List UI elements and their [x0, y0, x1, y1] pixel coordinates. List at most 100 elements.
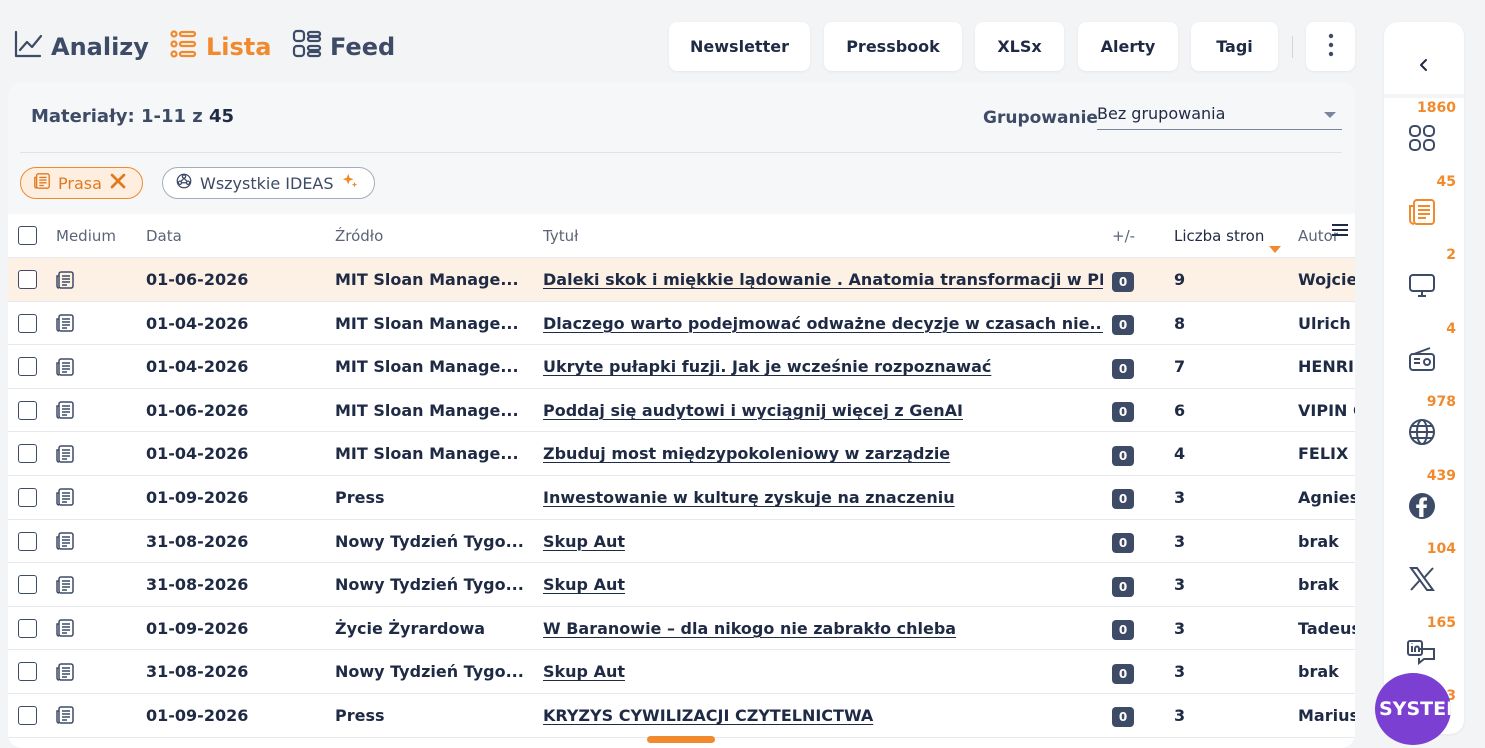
press-newspaper-icon: [55, 389, 75, 432]
row-checkbox[interactable]: [18, 313, 37, 333]
press-newspaper-icon: [55, 650, 75, 693]
tab-label: Feed: [330, 33, 396, 61]
table-row[interactable]: 01-09-2026 Press Inwestowanie w kulturę zy…: [8, 476, 1355, 520]
row-checkbox[interactable]: [18, 618, 37, 638]
col-plusminus[interactable]: +/-: [1112, 227, 1135, 245]
row-checkbox[interactable]: [18, 575, 37, 595]
row-source[interactable]: MIT Sloan Manage...: [335, 345, 535, 388]
row-title-link[interactable]: Skup Aut: [543, 520, 1103, 563]
row-title-link[interactable]: Dlaczego warto podejmować odważne decyzj…: [543, 302, 1103, 345]
row-date: 01-06-2026: [146, 400, 249, 420]
newsletter-button[interactable]: Newsletter: [669, 22, 810, 71]
table-row[interactable]: 01-09-2026 Press KRYZYS CYWILIZACJI CZYTEL…: [8, 694, 1355, 738]
row-change-badge: 0: [1112, 402, 1134, 423]
row-date: 01-09-2026: [146, 705, 249, 725]
row-title-link[interactable]: Daleki skok i miękkie lądowanie . Anatom…: [543, 258, 1103, 301]
row-checkbox[interactable]: [18, 531, 37, 551]
row-author: Mariusz: [1298, 705, 1355, 725]
press-newspaper-icon: [55, 476, 75, 519]
more-options-button[interactable]: [1306, 22, 1355, 71]
row-pages: 3: [1174, 575, 1186, 595]
row-source[interactable]: MIT Sloan Manage...: [335, 389, 535, 432]
row-source[interactable]: Nowy Tydzień Tygo...: [335, 520, 535, 563]
row-title-link[interactable]: KRYZYS CYWILIZACJI CZYTELNICTWA: [543, 694, 1103, 737]
select-all-checkbox[interactable]: [18, 226, 37, 245]
row-source[interactable]: MIT Sloan Manage...: [335, 302, 535, 345]
row-checkbox[interactable]: [18, 705, 37, 725]
horizontal-scrollbar[interactable]: [647, 736, 715, 743]
assistant-button[interactable]: SYSTEN: [1375, 673, 1451, 745]
filter-chip-ideas[interactable]: Wszystkie IDEAS: [162, 167, 375, 199]
row-change-badge: 0: [1112, 576, 1134, 597]
alerty-button[interactable]: Alerty: [1078, 22, 1178, 71]
sidebar-media-x-twitter[interactable]: 104: [1384, 541, 1464, 611]
media-count: 104: [1426, 541, 1456, 557]
media-count: 45: [1436, 173, 1456, 190]
table-row[interactable]: 01-04-2026 MIT Sloan Manage... Dlaczego wa…: [8, 302, 1355, 346]
row-title-link[interactable]: Skup Aut: [543, 650, 1103, 693]
column-menu-icon[interactable]: [1332, 224, 1348, 238]
filter-chip-label: Prasa: [58, 173, 102, 193]
row-checkbox[interactable]: [18, 270, 37, 289]
sidebar-media-all-media-grid[interactable]: 1860: [1384, 100, 1464, 170]
col-zrodlo[interactable]: Źródło: [335, 227, 383, 245]
materials-table: Medium Data Źródło Tytuł +/- Liczba stro…: [8, 214, 1355, 748]
table-row[interactable]: 31-08-2026 Nowy Tydzień Tygo... Skup Aut 0 3…: [8, 650, 1355, 694]
row-source[interactable]: Nowy Tydzień Tygo...: [335, 650, 535, 693]
col-medium[interactable]: Medium: [56, 227, 116, 245]
press-newspaper-icon: [55, 258, 75, 301]
row-checkbox[interactable]: [18, 487, 37, 507]
row-title-link[interactable]: W Baranowie – dla nikogo nie zabrakło ch…: [543, 607, 1103, 650]
sidebar-media-press-newspaper[interactable]: 45: [1384, 174, 1464, 244]
col-tytul[interactable]: Tytuł: [543, 227, 578, 245]
close-icon[interactable]: [109, 172, 127, 194]
row-checkbox[interactable]: [18, 444, 37, 464]
sidebar-media-tv[interactable]: 2: [1384, 247, 1464, 317]
row-checkbox[interactable]: [18, 662, 37, 682]
table-row[interactable]: 31-08-2026 Nowy Tydzień Tygo... Skup Aut 0 3…: [8, 563, 1355, 607]
row-checkbox[interactable]: [18, 400, 37, 420]
row-checkbox[interactable]: [18, 357, 37, 377]
sidebar-media-internet-globe[interactable]: 978: [1384, 394, 1464, 464]
row-source[interactable]: Press: [335, 694, 535, 737]
media-count: 978: [1426, 394, 1456, 410]
table-row[interactable]: 01-06-2026 MIT Sloan Manage... Daleki skok…: [8, 258, 1355, 302]
row-source[interactable]: MIT Sloan Manage...: [335, 258, 535, 301]
row-title-link[interactable]: Poddaj się audytowi i wyciągnij więcej z…: [543, 389, 1103, 432]
row-pages: 3: [1174, 618, 1186, 638]
row-source[interactable]: Press: [335, 476, 535, 519]
materials-count-total: 45: [209, 106, 235, 127]
row-checkbox-cell: [18, 345, 37, 388]
materials-count: Materiały: 1-11 z 45: [31, 106, 234, 127]
row-checkbox-cell: [18, 563, 37, 606]
tab-analizy[interactable]: Analizy: [13, 30, 149, 64]
row-title-link[interactable]: Ukryte pułapki fuzji. Jak je wcześnie ro…: [543, 345, 1103, 388]
xlsx-button[interactable]: XLSx: [975, 22, 1064, 71]
table-row[interactable]: 01-09-2026 Życie Żyrardowa W Baranowie – d…: [8, 607, 1355, 651]
grouping-select[interactable]: Bez grupowania: [1097, 100, 1342, 130]
press-newspaper-icon: [55, 563, 75, 606]
collapse-sidebar-button[interactable]: [1384, 46, 1464, 86]
row-source[interactable]: Życie Żyrardowa: [335, 607, 535, 650]
table-row[interactable]: 01-06-2026 MIT Sloan Manage... Poddaj się …: [8, 389, 1355, 433]
row-title-link[interactable]: Zbuduj most międzypokoleniowy w zarządzi…: [543, 432, 1103, 475]
table-row[interactable]: 01-04-2026 MIT Sloan Manage... Ukryte puła…: [8, 345, 1355, 389]
table-row[interactable]: 31-08-2026 Nowy Tydzień Tygo... Skup Aut 0 3…: [8, 520, 1355, 564]
tab-feed[interactable]: Feed: [292, 29, 396, 64]
sidebar-media-radio[interactable]: 4: [1384, 321, 1464, 391]
row-source[interactable]: MIT Sloan Manage...: [335, 432, 535, 475]
row-change-cell: 0: [1112, 650, 1134, 693]
row-source[interactable]: Nowy Tydzień Tygo...: [335, 563, 535, 606]
tab-lista[interactable]: Lista: [168, 30, 271, 64]
row-title-link[interactable]: Inwestowanie w kulturę zyskuje na znacze…: [543, 476, 1103, 519]
tagi-button[interactable]: Tagi: [1191, 22, 1278, 71]
sidebar-media-facebook[interactable]: 439: [1384, 468, 1464, 538]
col-data[interactable]: Data: [146, 227, 182, 245]
table-row[interactable]: 01-04-2026 MIT Sloan Manage... Zbuduj most…: [8, 432, 1355, 476]
list-icon: [168, 29, 198, 65]
filter-chip-prasa[interactable]: Prasa: [20, 167, 143, 199]
row-title-link[interactable]: Skup Aut: [543, 563, 1103, 606]
col-liczba-stron[interactable]: Liczba stron: [1174, 227, 1264, 245]
kebab-menu-icon: [1328, 33, 1334, 61]
pressbook-button[interactable]: Pressbook: [824, 22, 962, 71]
